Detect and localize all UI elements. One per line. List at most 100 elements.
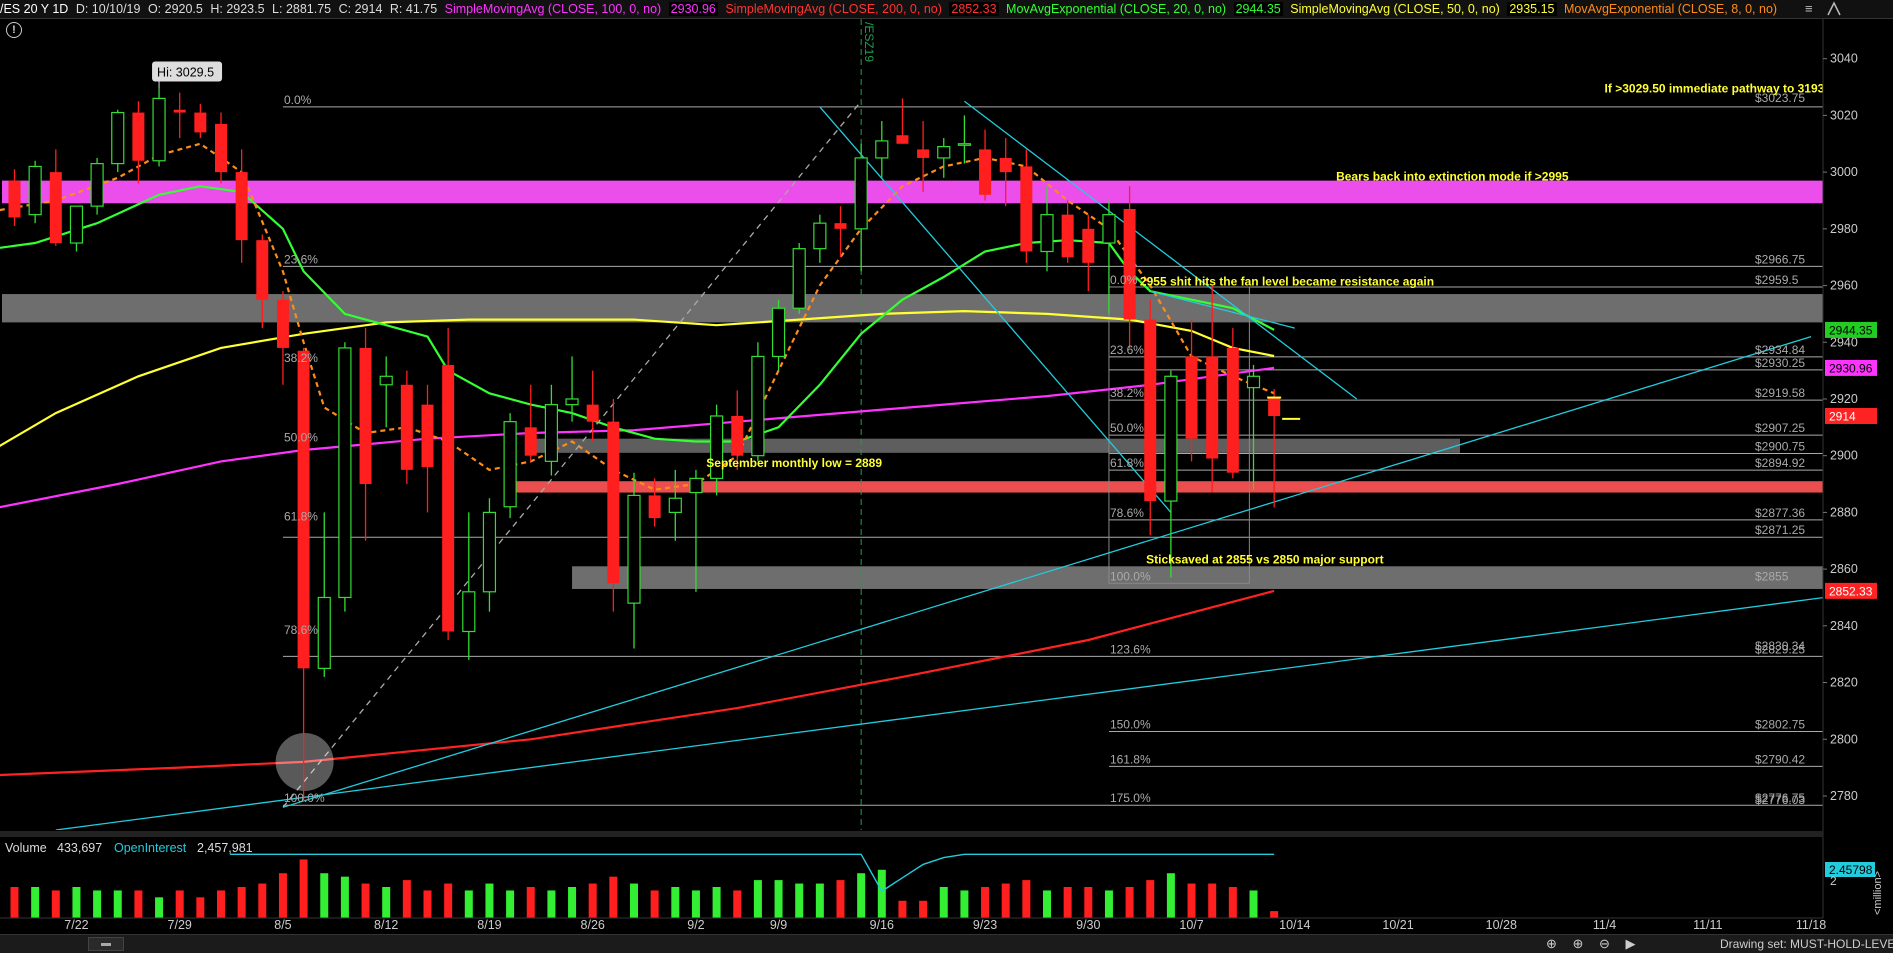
hi-label: Hi: 3029.5	[157, 65, 214, 79]
bar-date: D: 10/10/19	[75, 2, 141, 16]
fib-percent-label: 78.6%	[284, 623, 318, 637]
fib-percent-label: 0.0%	[284, 93, 312, 107]
oi-value: 2,457,981	[197, 841, 253, 855]
candle-body	[8, 180, 21, 218]
time-tick-label: 11/18	[1796, 918, 1826, 932]
time-tick-label: 8/19	[477, 918, 501, 932]
fib-price-label: $2907.25	[1755, 421, 1805, 435]
candle-body	[917, 149, 930, 158]
time-tick-label: 11/4	[1593, 918, 1616, 932]
volume-bar	[402, 880, 411, 918]
candle-body	[421, 404, 434, 468]
fib-price-label: $2829.25	[1755, 642, 1805, 656]
volume-bar	[1146, 880, 1155, 918]
volume-bar	[753, 880, 762, 918]
fib-percent-label: 38.2%	[284, 351, 318, 365]
status-bar: ▬ ⊕ ⊕ ⊖ ▶ Drawing set: MUST-HOLD-LEVELS	[0, 934, 1893, 953]
candle-body	[482, 511, 497, 593]
price-tick-label: 3000	[1830, 165, 1858, 179]
volume-bar	[1228, 887, 1237, 918]
study-sma50-label[interactable]: SimpleMovingAvg (CLOSE, 50, 0, no)	[1290, 2, 1500, 16]
volume-bar	[981, 887, 990, 918]
chart-annotation: 2955 shit hits the fan level became resi…	[1140, 275, 1434, 289]
candle-body	[359, 347, 372, 485]
candle-body	[235, 172, 248, 241]
volume-bar	[1084, 887, 1093, 918]
volume-bar	[1249, 890, 1258, 918]
price-tick-label: 2960	[1830, 279, 1858, 293]
alert-info-icon[interactable]: !	[6, 22, 22, 38]
bar-close: C: 2914	[338, 2, 383, 16]
volume-bar	[1125, 887, 1134, 918]
volume-bar	[691, 890, 700, 918]
candle-body	[854, 157, 868, 230]
open-interest-line	[14, 853, 1275, 893]
time-tick-label: 8/5	[274, 918, 291, 932]
candle-body	[792, 248, 806, 309]
fib-percent-label: 38.2%	[1110, 386, 1144, 400]
volume-bar	[568, 887, 577, 918]
volume-bar	[1166, 873, 1175, 918]
candle-body	[731, 415, 744, 456]
volume-bar	[299, 859, 308, 918]
candle-body	[1020, 166, 1033, 252]
candle-body	[69, 205, 84, 244]
study-sma200-label[interactable]: SimpleMovingAvg (CLOSE, 200, 0, no)	[725, 2, 942, 16]
study-sma100-value: 2930.96	[668, 2, 718, 16]
scroll-handle[interactable]: ▬	[88, 937, 124, 951]
fib-price-label: $2900.75	[1755, 440, 1805, 454]
study-sma100-label[interactable]: SimpleMovingAvg (CLOSE, 100, 0, no)	[445, 2, 662, 16]
support-zone	[572, 566, 1823, 589]
candle-body	[689, 477, 703, 494]
candle-body	[627, 494, 641, 604]
volume-bar	[795, 883, 804, 918]
fib-percent-label: 78.6%	[1110, 506, 1144, 520]
fib-percent-label: 175.0%	[1110, 791, 1151, 805]
volume-bar	[877, 869, 886, 918]
menu-icon[interactable]: ≡	[1805, 0, 1813, 18]
bar-low: L: 2881.75	[272, 2, 332, 16]
volume-bar	[382, 887, 391, 918]
price-badge-label: 2914	[1829, 409, 1856, 423]
volume-bar	[72, 887, 81, 918]
volume-bar	[217, 890, 225, 918]
volume-bar	[650, 890, 659, 918]
chart-annotation: Sticksaved at 2855 vs 2850 major support	[1146, 552, 1383, 566]
chart-logo-icon	[1827, 1, 1841, 16]
candle-body	[751, 355, 765, 457]
volume-bar	[733, 890, 742, 918]
drawing-set-label[interactable]: Drawing set: MUST-HOLD-LEVELS	[1720, 937, 1893, 951]
volume-value: 433,697	[57, 841, 102, 855]
volume-bar	[857, 873, 866, 918]
candle-body	[957, 143, 972, 146]
volume-bar	[113, 890, 122, 918]
volume-bar	[237, 887, 246, 918]
volume-bar	[340, 876, 349, 918]
volume-bar	[155, 897, 164, 918]
bar-high: H: 2923.5	[210, 2, 265, 16]
volume-bar	[1208, 883, 1217, 918]
candle-body	[194, 112, 207, 133]
candle-body	[317, 596, 331, 669]
support-zone	[2, 294, 1823, 323]
fib-price-label: $2877.36	[1755, 506, 1805, 520]
candle-body	[813, 222, 827, 250]
candle-body	[1061, 214, 1074, 258]
volume-bar	[526, 887, 535, 918]
fib-percent-label: 100.0%	[284, 791, 325, 805]
fib-price-label: $2930.25	[1755, 356, 1805, 370]
volume-bar	[712, 887, 721, 918]
volume-bar	[51, 890, 60, 918]
study-ema8-label[interactable]: MovAvgExponential (CLOSE, 8, 0, no)	[1564, 2, 1777, 16]
symbol-label[interactable]: /ES 20 Y 1D	[0, 2, 68, 16]
volume-bar	[939, 887, 948, 918]
candle-body	[256, 240, 269, 300]
fib-percent-label: 161.8%	[1110, 752, 1151, 766]
candle-body	[503, 421, 517, 508]
study-ema20-label[interactable]: MovAvgExponential (CLOSE, 20, 0, no)	[1006, 2, 1226, 16]
zoom-tools[interactable]: ⊕ ⊕ ⊖ ▶	[1546, 936, 1642, 952]
volume-bar	[1001, 883, 1010, 918]
price-chart[interactable]: /ESZ19 0.0% 23.6% 38.2% 50.0% 61.8% 78.6% 100.0…	[0, 0, 1893, 952]
candle-body	[1082, 228, 1095, 263]
price-tick-label: 3020	[1830, 108, 1858, 122]
